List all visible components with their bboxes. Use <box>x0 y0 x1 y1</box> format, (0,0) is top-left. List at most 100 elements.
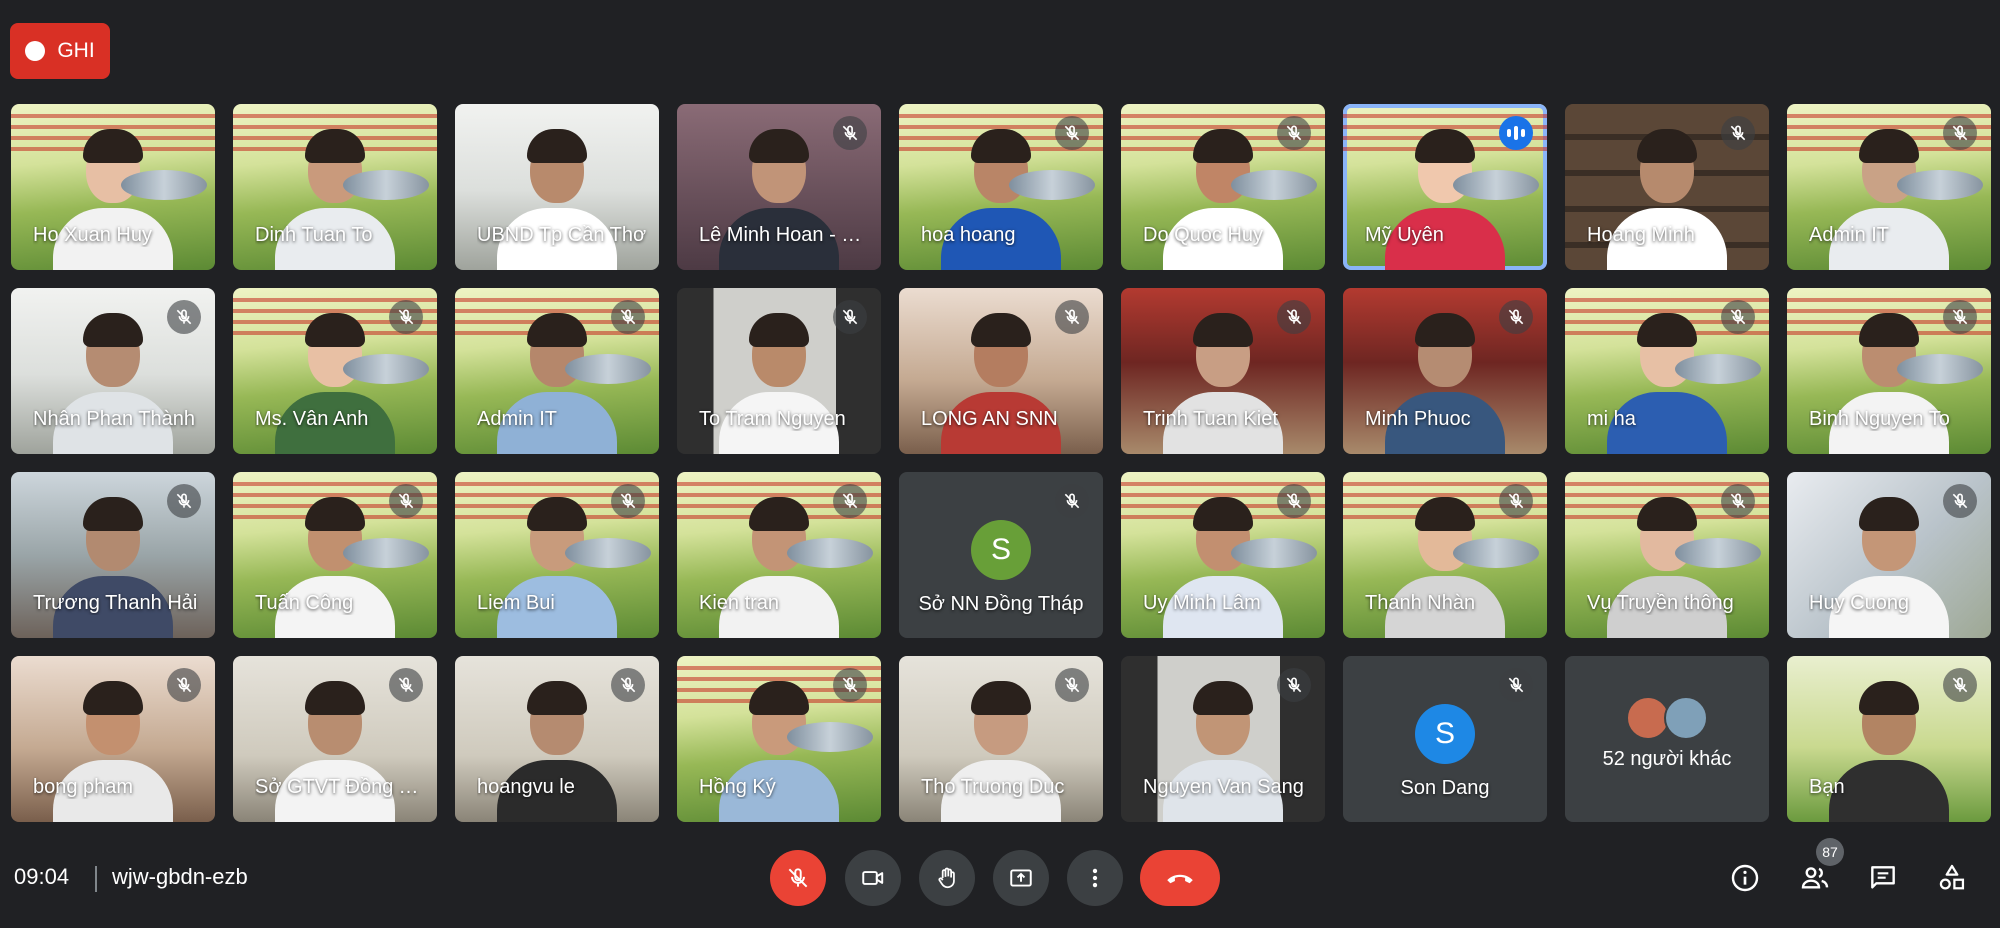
other-participants-avatars <box>1626 696 1708 740</box>
participant-tile[interactable]: Trinh Tuan Kiet <box>1121 288 1325 454</box>
participant-tile[interactable]: Nhân Phan Thành <box>11 288 215 454</box>
activities-button[interactable] <box>1932 858 1972 898</box>
meeting-info-button[interactable] <box>1725 858 1765 898</box>
participant-name: Nguyen Van Sang <box>1143 776 1304 798</box>
mic-off-icon <box>1721 116 1755 150</box>
more-participants-label: 52 người khác <box>1602 748 1732 770</box>
raise-hand-button[interactable] <box>919 850 975 906</box>
chat-button[interactable] <box>1863 858 1903 898</box>
participant-tile[interactable]: Ms. Vân Anh <box>233 288 437 454</box>
participant-name: Minh Phuoc <box>1365 408 1471 430</box>
participant-name: Binh Nguyen To <box>1809 408 1950 430</box>
participant-name: Ho Xuan Huy <box>33 224 152 246</box>
participant-tile[interactable]: S Son Dang <box>1343 656 1547 822</box>
participant-tile[interactable]: Mỹ Uyên <box>1343 104 1547 270</box>
mic-off-icon <box>389 300 423 334</box>
participant-tile[interactable]: Uy Minh Lâm <box>1121 472 1325 638</box>
participant-video <box>941 309 1061 454</box>
speaking-indicator-icon <box>1499 116 1533 150</box>
present-screen-button[interactable] <box>993 850 1049 906</box>
participant-name: Sở GTVT Đồng Tháp <box>255 776 427 798</box>
participant-video <box>719 677 839 822</box>
participant-name: Ms. Vân Anh <box>255 408 369 430</box>
participant-video <box>719 309 839 454</box>
participant-tile[interactable]: LONG AN SNN <box>899 288 1103 454</box>
mic-off-icon <box>1943 300 1977 334</box>
mic-off-icon <box>1055 300 1089 334</box>
participant-tile[interactable]: Vụ Truyền thông <box>1565 472 1769 638</box>
participant-tile[interactable]: Do Quoc Huy <box>1121 104 1325 270</box>
participant-tile[interactable]: Thanh Nhàn <box>1343 472 1547 638</box>
mic-off-icon <box>389 484 423 518</box>
camera-toggle-button[interactable] <box>845 850 901 906</box>
participant-tile[interactable]: Tho Truong Duc <box>899 656 1103 822</box>
participant-tile[interactable]: Admin IT <box>1787 104 1991 270</box>
participant-video <box>1829 309 1949 454</box>
participant-tile[interactable]: Huy Cuong <box>1787 472 1991 638</box>
participant-name: Trương Thanh Hải <box>33 592 198 614</box>
participant-tile[interactable]: Sở GTVT Đồng Tháp <box>233 656 437 822</box>
participant-name: Mỹ Uyên <box>1365 224 1444 246</box>
participant-tile[interactable]: Binh Nguyen To <box>1787 288 1991 454</box>
raise-hand-icon <box>938 867 955 889</box>
participant-video <box>1385 125 1505 270</box>
participant-name: Dinh Tuan To <box>255 224 373 246</box>
participant-tile[interactable]: Hồng Ký <box>677 656 881 822</box>
participant-video <box>53 677 173 822</box>
participant-tile[interactable]: Ho Xuan Huy <box>11 104 215 270</box>
more-options-button[interactable] <box>1067 850 1123 906</box>
participant-tile[interactable]: Nguyen Van Sang <box>1121 656 1325 822</box>
participant-tile[interactable]: UBND Tp Cần Thơ <box>455 104 659 270</box>
participant-grid: Ho Xuan Huy Dinh Tuan To UBND Tp Cần Thơ Lê… <box>0 0 2000 830</box>
mic-off-icon <box>1499 484 1533 518</box>
participant-tile[interactable]: S Sở NN Đồng Tháp <box>899 472 1103 638</box>
participant-video <box>275 493 395 638</box>
participant-video <box>53 309 173 454</box>
participant-video <box>1607 493 1727 638</box>
participant-tile[interactable]: To Tram Nguyen <box>677 288 881 454</box>
participant-name: hoangvu le <box>477 776 575 798</box>
participant-video <box>497 493 617 638</box>
leave-call-button[interactable] <box>1140 850 1220 906</box>
activities-icon <box>1939 864 1965 890</box>
more-participants-tile[interactable]: 52 người khác <box>1565 656 1769 822</box>
mic-off-icon <box>1499 300 1533 334</box>
participant-tile[interactable]: Lê Minh Hoan - BNN <box>677 104 881 270</box>
participant-tile[interactable]: hoangvu le <box>455 656 659 822</box>
hang-up-icon <box>1167 874 1193 884</box>
mic-off-icon <box>611 484 645 518</box>
participant-tile[interactable]: Trương Thanh Hải <box>11 472 215 638</box>
participant-tile[interactable]: bong pham <box>11 656 215 822</box>
present-screen-icon <box>1010 869 1032 887</box>
participant-video <box>497 309 617 454</box>
participant-name: LONG AN SNN <box>921 408 1058 430</box>
chat-icon <box>1871 866 1895 889</box>
mic-off-icon <box>389 668 423 702</box>
participant-video <box>1163 493 1283 638</box>
participant-tile[interactable]: Hoang Minh <box>1565 104 1769 270</box>
avatar: S <box>1415 704 1475 764</box>
mic-toggle-button[interactable] <box>770 850 826 906</box>
mic-off-icon <box>1277 484 1311 518</box>
mic-off-icon <box>1277 116 1311 150</box>
participant-name: mi ha <box>1587 408 1636 430</box>
participant-tile[interactable]: Tuấn Công <box>233 472 437 638</box>
participant-video <box>719 493 839 638</box>
participant-tile[interactable]: Liem Bui <box>455 472 659 638</box>
meeting-code: wjw-gbdn-ezb <box>112 864 248 889</box>
participant-video <box>1163 677 1283 822</box>
participant-tile[interactable]: Bạn <box>1787 656 1991 822</box>
participant-video <box>53 493 173 638</box>
participant-tile[interactable]: Kien tran <box>677 472 881 638</box>
participant-tile[interactable]: hoa hoang <box>899 104 1103 270</box>
mic-off-icon <box>611 300 645 334</box>
participant-count-badge: 87 <box>1816 838 1844 866</box>
mic-off-icon <box>833 300 867 334</box>
participant-video <box>1607 309 1727 454</box>
participant-tile[interactable]: Admin IT <box>455 288 659 454</box>
participant-name: Kien tran <box>699 592 780 614</box>
participant-tile[interactable]: mi ha <box>1565 288 1769 454</box>
participant-tile[interactable]: Minh Phuoc <box>1343 288 1547 454</box>
participant-video <box>1163 309 1283 454</box>
participant-tile[interactable]: Dinh Tuan To <box>233 104 437 270</box>
